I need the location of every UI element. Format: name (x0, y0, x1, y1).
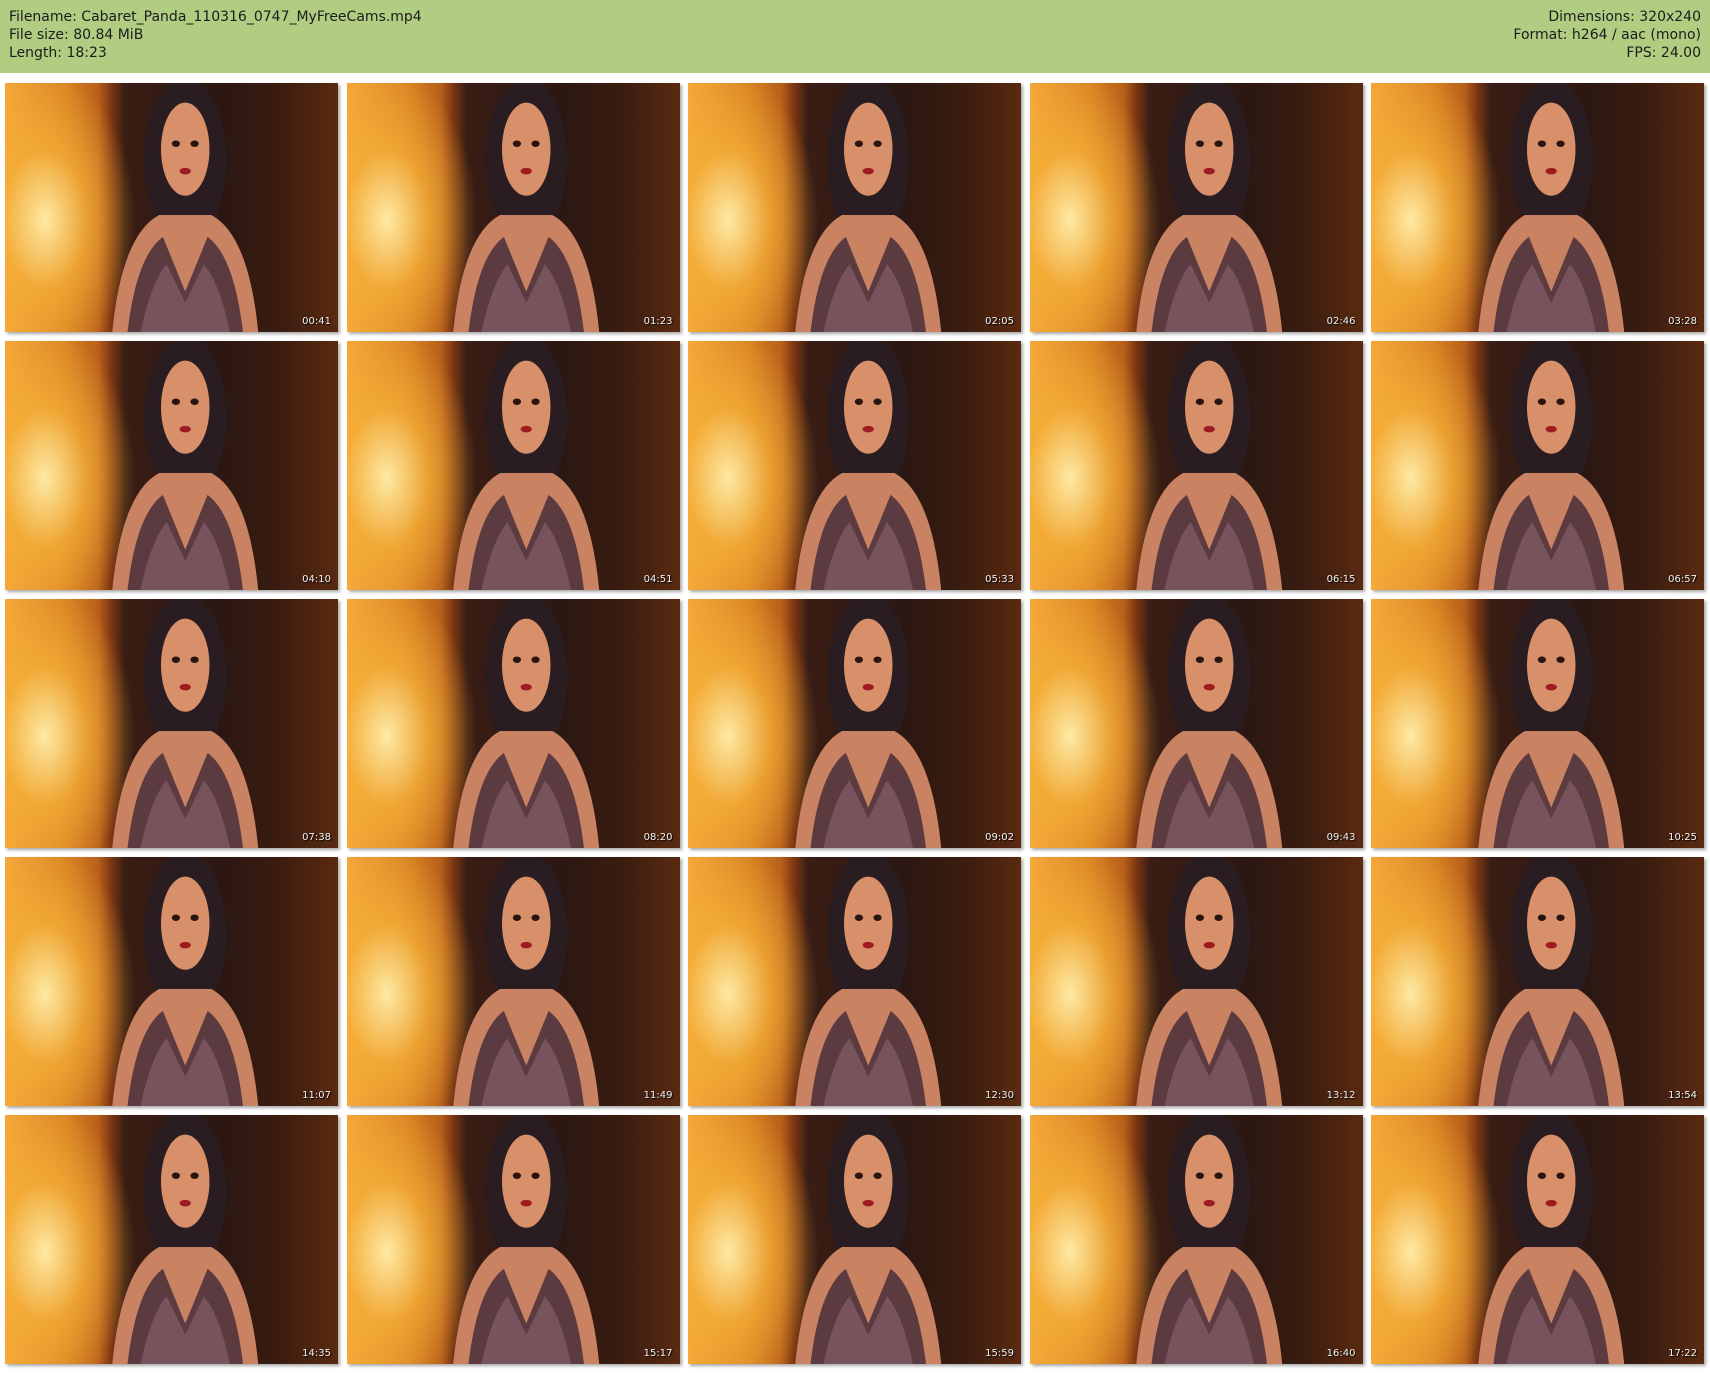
person-figure (1477, 341, 1624, 590)
thumbnail-timestamp: 13:12 (1326, 1090, 1356, 1101)
person-figure (794, 341, 941, 590)
video-thumbnail: 17:22 (1371, 1115, 1704, 1364)
video-thumbnail: 03:28 (1371, 83, 1704, 332)
video-thumbnail: 09:43 (1029, 599, 1363, 848)
thumbnail-timestamp: 09:02 (985, 832, 1014, 843)
person-figure (111, 341, 258, 590)
person-figure (1477, 599, 1624, 848)
video-thumbnail: 06:57 (1371, 341, 1704, 590)
file-info-left: Filename: Cabaret_Panda_110316_0747_MyFr… (9, 8, 422, 62)
thumbnail-timestamp: 04:10 (302, 574, 331, 585)
video-thumbnail: 13:54 (1371, 857, 1704, 1106)
person-figure (453, 599, 600, 848)
video-thumbnail: 09:02 (688, 599, 1021, 848)
video-thumbnail: 15:59 (688, 1115, 1021, 1364)
person-figure (1136, 83, 1283, 332)
thumbnail-timestamp: 14:35 (302, 1348, 331, 1359)
person-figure (794, 599, 941, 848)
video-thumbnail: 16:40 (1029, 1115, 1363, 1364)
person-figure (794, 1115, 941, 1364)
video-thumbnail: 01:23 (346, 83, 680, 332)
person-figure (1477, 857, 1624, 1106)
video-thumbnail: 07:38 (5, 599, 338, 848)
thumbnail-timestamp: 06:15 (1326, 574, 1356, 585)
person-figure (453, 341, 600, 590)
person-figure (794, 857, 941, 1106)
video-thumbnail: 04:10 (5, 341, 338, 590)
thumbnail-timestamp: 16:40 (1326, 1348, 1356, 1359)
file-info-right: Dimensions: 320x240 Format: h264 / aac (… (1513, 8, 1701, 62)
thumbnail-timestamp: 00:41 (302, 316, 331, 327)
thumbnail-timestamp: 07:38 (302, 832, 331, 843)
thumbnail-timestamp: 11:07 (302, 1090, 331, 1101)
video-thumbnail: 06:15 (1029, 341, 1363, 590)
video-thumbnail: 11:49 (346, 857, 680, 1106)
thumbnail-timestamp: 03:28 (1668, 316, 1697, 327)
video-thumbnail: 10:25 (1371, 599, 1704, 848)
person-figure (1136, 1115, 1283, 1364)
person-figure (111, 1115, 258, 1364)
person-figure (453, 857, 600, 1106)
fps-text: FPS: 24.00 (1626, 45, 1701, 61)
thumbnail-timestamp: 01:23 (643, 316, 673, 327)
format-text: Format: h264 / aac (mono) (1513, 27, 1701, 43)
video-thumbnail: 00:41 (5, 83, 338, 332)
person-figure (453, 1115, 600, 1364)
person-figure (1136, 599, 1283, 848)
video-thumbnail: 13:12 (1029, 857, 1363, 1106)
person-figure (1477, 1115, 1624, 1364)
thumbnail-timestamp: 09:43 (1326, 832, 1356, 843)
video-thumbnail: 04:51 (346, 341, 680, 590)
thumbnail-timestamp: 15:59 (985, 1348, 1014, 1359)
info-header: Filename: Cabaret_Panda_110316_0747_MyFr… (0, 0, 1710, 73)
thumbnail-timestamp: 05:33 (985, 574, 1014, 585)
dimensions-text: Dimensions: 320x240 (1548, 9, 1701, 25)
video-thumbnail: 08:20 (346, 599, 680, 848)
thumbnail-grid: 00:41 01:23 02:05 02:46 03:28 04:10 04:5… (5, 83, 1705, 1367)
person-figure (453, 83, 600, 332)
filesize-text: File size: 80.84 MiB (9, 27, 144, 43)
person-figure (111, 599, 258, 848)
thumbnail-timestamp: 08:20 (643, 832, 673, 843)
person-figure (794, 83, 941, 332)
thumbnail-timestamp: 15:17 (643, 1348, 673, 1359)
thumbnail-timestamp: 10:25 (1668, 832, 1697, 843)
video-thumbnail: 02:46 (1029, 83, 1363, 332)
thumbnail-timestamp: 11:49 (643, 1090, 673, 1101)
video-thumbnail: 11:07 (5, 857, 338, 1106)
person-figure (111, 83, 258, 332)
video-thumbnail: 05:33 (688, 341, 1021, 590)
thumbnail-timestamp: 04:51 (643, 574, 673, 585)
length-text: Length: 18:23 (9, 45, 107, 61)
filename-text: Filename: Cabaret_Panda_110316_0747_MyFr… (9, 9, 422, 25)
thumbnail-timestamp: 02:05 (985, 316, 1014, 327)
video-thumbnail: 15:17 (346, 1115, 680, 1364)
thumbnail-timestamp: 17:22 (1668, 1348, 1697, 1359)
person-figure (1136, 857, 1283, 1106)
video-thumbnail: 12:30 (688, 857, 1021, 1106)
person-figure (1477, 83, 1624, 332)
thumbnail-timestamp: 02:46 (1326, 316, 1356, 327)
person-figure (1136, 341, 1283, 590)
thumbnail-timestamp: 13:54 (1668, 1090, 1697, 1101)
thumbnail-timestamp: 06:57 (1668, 574, 1697, 585)
person-figure (111, 857, 258, 1106)
video-thumbnail: 14:35 (5, 1115, 338, 1364)
video-thumbnail: 02:05 (688, 83, 1021, 332)
thumbnail-timestamp: 12:30 (985, 1090, 1014, 1101)
